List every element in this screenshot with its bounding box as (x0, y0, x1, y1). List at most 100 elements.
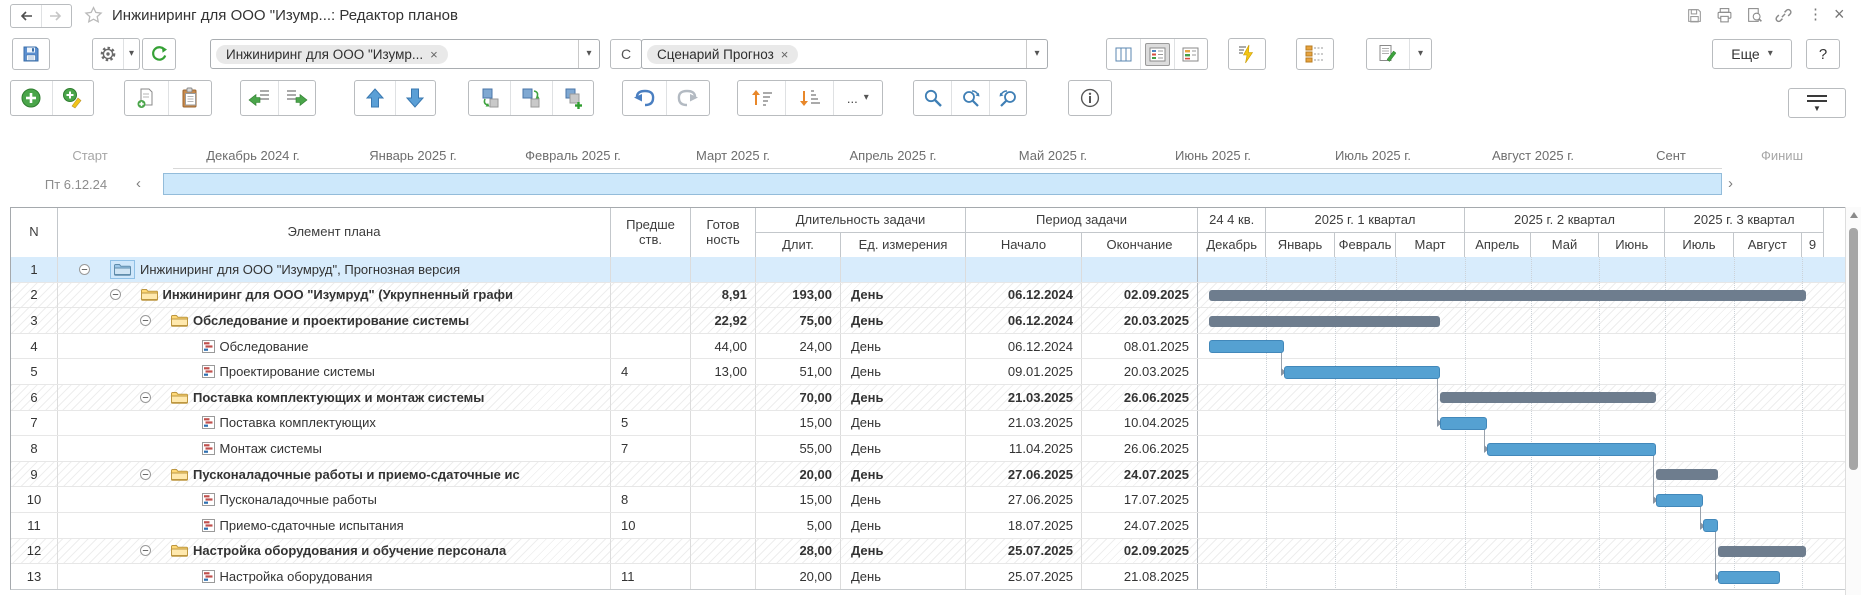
view-list-button[interactable] (1140, 39, 1173, 69)
gantt-quarter-label[interactable]: 24 4 кв. (1198, 208, 1266, 233)
end-date-cell[interactable]: 20.03.2025 (1082, 359, 1198, 384)
collapse-icon[interactable] (140, 315, 151, 326)
end-date-cell[interactable] (1082, 257, 1198, 282)
recalculate-button[interactable] (1228, 38, 1266, 70)
row-number[interactable]: 10 (11, 487, 58, 512)
header-period-group[interactable]: Период задачи (966, 208, 1198, 233)
task-bar[interactable] (1718, 571, 1780, 584)
tree-expander[interactable] (79, 264, 110, 275)
collapse-icon[interactable] (110, 289, 121, 300)
move-up-button[interactable] (355, 81, 395, 115)
end-date-cell[interactable]: 26.06.2025 (1082, 385, 1198, 410)
readiness-cell[interactable]: 22,92 (691, 308, 756, 333)
tree-expander[interactable] (110, 289, 141, 300)
row-number[interactable]: 1 (11, 257, 58, 282)
row-number[interactable]: 5 (11, 359, 58, 384)
readiness-cell[interactable] (691, 257, 756, 282)
row-number[interactable]: 4 (11, 334, 58, 359)
end-date-cell[interactable]: 20.03.2025 (1082, 308, 1198, 333)
task-bar[interactable] (1209, 340, 1284, 353)
task-bar[interactable] (1487, 443, 1657, 456)
start-date-cell[interactable]: 27.06.2025 (966, 462, 1082, 487)
header-duration-group[interactable]: Длительность задачи (756, 208, 966, 233)
duration-cell[interactable]: 20,00 (756, 564, 841, 589)
help-button[interactable]: ? (1806, 39, 1840, 69)
zoom-in-scale-button[interactable] (951, 81, 988, 115)
unit-cell[interactable]: День (841, 334, 966, 359)
scroll-up-icon[interactable] (1850, 212, 1858, 218)
tree-expander[interactable] (140, 315, 171, 326)
vertical-scrollbar[interactable] (1845, 207, 1861, 595)
end-date-cell[interactable]: 24.07.2025 (1082, 513, 1198, 538)
collapse-icon[interactable] (79, 264, 90, 275)
duration-cell[interactable]: 70,00 (756, 385, 841, 410)
summary-bar[interactable] (1718, 546, 1806, 557)
start-date-cell[interactable]: 21.03.2025 (966, 411, 1082, 436)
gantt-month-label[interactable]: Март (1396, 233, 1464, 258)
predecessor-cell[interactable] (611, 283, 691, 308)
duration-cell[interactable]: 5,00 (756, 513, 841, 538)
scenario-dropdown-caret[interactable]: ▾ (1026, 40, 1047, 68)
readiness-cell[interactable] (691, 462, 756, 487)
plan-dropdown-caret[interactable]: ▾ (578, 40, 599, 68)
sort-asc-button[interactable] (738, 81, 785, 115)
save-icon[interactable] (1686, 7, 1703, 24)
gantt-quarter-label[interactable]: 2025 г. 1 квартал (1266, 208, 1464, 233)
end-date-cell[interactable]: 02.09.2025 (1082, 539, 1198, 564)
link-icon[interactable] (1775, 7, 1792, 24)
start-date-cell[interactable] (966, 257, 1082, 282)
end-date-cell[interactable]: 26.06.2025 (1082, 436, 1198, 461)
tree-expander[interactable] (140, 469, 171, 480)
duration-cell[interactable]: 15,00 (756, 487, 841, 512)
scenario-tag[interactable]: Сценарий Прогноз × (647, 45, 798, 64)
predecessor-cell[interactable] (611, 308, 691, 333)
readiness-cell[interactable] (691, 411, 756, 436)
outdent-button[interactable] (241, 81, 278, 115)
start-date-cell[interactable]: 11.04.2025 (966, 436, 1082, 461)
plan-item-name-cell[interactable]: Проектирование системы (58, 359, 611, 384)
predecessor-cell[interactable]: 7 (611, 436, 691, 461)
gantt-month-label[interactable]: 9 (1802, 233, 1824, 258)
summary-bar[interactable] (1440, 392, 1656, 403)
find-button[interactable] (914, 81, 951, 115)
collapse-icon[interactable] (140, 545, 151, 556)
readiness-cell[interactable] (691, 539, 756, 564)
row-number[interactable]: 2 (11, 283, 58, 308)
end-date-cell[interactable]: 21.08.2025 (1082, 564, 1198, 589)
plan-item-name-cell[interactable]: Настройка оборудования и обучение персон… (58, 539, 611, 564)
header-end[interactable]: Окончание (1082, 233, 1198, 258)
undo-button[interactable] (623, 81, 666, 115)
back-button[interactable] (11, 5, 41, 27)
plan-tag[interactable]: Инжиниринг для ООО "Изумр... × (216, 45, 448, 64)
scrollbar-thumb[interactable] (1849, 228, 1858, 470)
header-readiness[interactable]: Готовность (691, 208, 756, 258)
start-date-cell[interactable]: 25.07.2025 (966, 564, 1082, 589)
readiness-cell[interactable] (691, 385, 756, 410)
edit-dropdown-caret[interactable]: ▾ (1409, 39, 1431, 69)
print-icon[interactable] (1716, 7, 1733, 24)
start-date-cell[interactable]: 09.01.2025 (966, 359, 1082, 384)
edit-document-button[interactable] (1367, 39, 1409, 69)
tree-expander[interactable] (140, 392, 171, 403)
header-predecessor[interactable]: Предшеств. (611, 208, 691, 258)
summary-bar[interactable] (1656, 469, 1718, 480)
clear-icon[interactable]: × (430, 47, 438, 62)
sort-more-button[interactable]: ... ▾ (833, 81, 882, 115)
readiness-cell[interactable] (691, 513, 756, 538)
predecessor-cell[interactable] (611, 257, 691, 282)
unit-cell[interactable]: День (841, 385, 966, 410)
duration-cell[interactable]: 55,00 (756, 436, 841, 461)
unit-cell[interactable]: День (841, 308, 966, 333)
duration-cell[interactable]: 28,00 (756, 539, 841, 564)
end-date-cell[interactable]: 10.04.2025 (1082, 411, 1198, 436)
row-number[interactable]: 12 (11, 539, 58, 564)
view-compact-button[interactable] (1174, 39, 1207, 69)
start-date-cell[interactable]: 21.03.2025 (966, 385, 1082, 410)
start-date-cell[interactable]: 27.06.2025 (966, 487, 1082, 512)
plan-item-name-cell[interactable]: Монтаж системы (58, 436, 611, 461)
gear-button[interactable] (93, 39, 123, 69)
view-columns-button[interactable] (1107, 39, 1140, 69)
info-button[interactable] (1068, 80, 1112, 116)
plan-item-name-cell[interactable]: Обследование и проектирование системы (58, 308, 611, 333)
unit-cell[interactable]: День (841, 436, 966, 461)
